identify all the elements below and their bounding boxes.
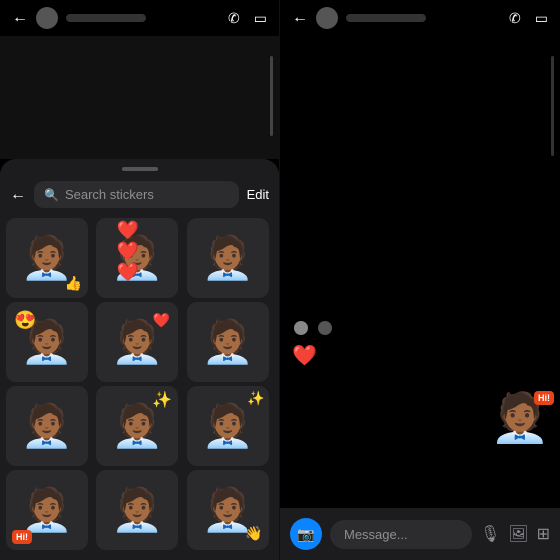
sticker-cell-7[interactable]: 🧑🏾‍💼 xyxy=(6,386,88,466)
sticker-cell-10[interactable]: 🧑🏾‍💼 Hi! xyxy=(6,470,88,550)
sticker-cell-6[interactable]: 🧑🏾‍💼 xyxy=(187,302,269,382)
chat-area-right: ❤️ 🧑🏾‍💼 Hi! xyxy=(280,36,560,508)
video-icon-left[interactable]: ▭ xyxy=(254,10,267,27)
sticker-cell-1[interactable]: 🧑🏾‍💼 👍 xyxy=(6,218,88,298)
sticker-cell-9[interactable]: 🧑🏾‍💼 ✨ xyxy=(187,386,269,466)
sticker-cell-12[interactable]: 🧑🏾‍💼 👋 xyxy=(187,470,269,550)
floating-hi-badge: Hi! xyxy=(534,391,554,405)
reaction-heart: ❤️ xyxy=(292,343,334,368)
hi-badge: Hi! xyxy=(12,530,32,544)
right-panel: ← ✆ ▭ ❤️ 🧑🏾‍💼 Hi! 📷 M xyxy=(280,0,560,560)
sticker-panel: ← 🔍 Search stickers Edit 🧑🏾‍💼 👍 🧑🏾‍💼 ❤️❤… xyxy=(0,159,279,560)
phone-icon-right[interactable]: ✆ xyxy=(509,10,521,27)
sticker-cell-2[interactable]: 🧑🏾‍💼 ❤️❤️❤️ xyxy=(96,218,178,298)
reaction-dot-2 xyxy=(316,319,334,337)
scroll-indicator-left xyxy=(270,56,273,136)
search-placeholder-text: Search stickers xyxy=(65,187,154,202)
right-top-bar: ← ✆ ▭ xyxy=(280,0,560,36)
back-icon-right[interactable]: ← xyxy=(292,9,308,27)
camera-button[interactable]: 📷 xyxy=(290,518,322,550)
sticker-grid: 🧑🏾‍💼 👍 🧑🏾‍💼 ❤️❤️❤️ 🧑🏾‍💼 🧑🏾‍💼 😍 🧑🏾‍💼 ❤️ xyxy=(0,218,279,556)
floating-sticker-area: 🧑🏾‍💼 Hi! xyxy=(490,389,550,446)
sticker-cell-11[interactable]: 🧑🏾‍💼 xyxy=(96,470,178,550)
sticker-cell-3[interactable]: 🧑🏾‍💼 xyxy=(187,218,269,298)
right-top-bar-left: ← xyxy=(292,7,426,29)
left-panel: ← ✆ ▭ ← 🔍 Search stickers Edit 🧑🏾‍💼 xyxy=(0,0,280,560)
phone-icon-left[interactable]: ✆ xyxy=(228,10,240,27)
mic-button[interactable]: 🎙 xyxy=(480,524,500,544)
back-icon-left[interactable]: ← xyxy=(12,9,28,27)
avatar-left xyxy=(36,7,58,29)
message-input[interactable]: Message... xyxy=(330,520,472,549)
message-bar: 📷 Message... 🎙 🖼 ⊞ xyxy=(280,508,560,560)
chat-area-left xyxy=(0,36,279,159)
sticker-back-button[interactable]: ← xyxy=(10,186,26,204)
reaction-area: ❤️ xyxy=(292,319,334,368)
avatar-right xyxy=(316,7,338,29)
left-top-bar: ← ✆ ▭ xyxy=(0,0,279,36)
sticker-cell-4[interactable]: 🧑🏾‍💼 😍 xyxy=(6,302,88,382)
photo-button[interactable]: 🖼 xyxy=(508,524,528,544)
left-top-bar-left: ← xyxy=(12,7,146,29)
video-icon-right[interactable]: ▭ xyxy=(535,10,548,27)
sticker-cell-5[interactable]: 🧑🏾‍💼 ❤️ xyxy=(96,302,178,382)
contact-name-right xyxy=(346,14,426,22)
search-icon: 🔍 xyxy=(44,188,59,202)
panel-handle xyxy=(122,167,158,171)
right-top-bar-right: ✆ ▭ xyxy=(509,10,548,27)
edit-button[interactable]: Edit xyxy=(247,187,269,202)
message-placeholder: Message... xyxy=(344,527,408,542)
sticker-cell-8[interactable]: 🧑🏾‍💼 ✨ xyxy=(96,386,178,466)
sticker-button[interactable]: ⊞ xyxy=(537,524,550,544)
reaction-dot-1 xyxy=(292,319,310,337)
left-top-bar-right: ✆ ▭ xyxy=(228,10,267,27)
scroll-indicator-right xyxy=(551,56,554,156)
sticker-search-row: ← 🔍 Search stickers Edit xyxy=(0,181,279,218)
camera-icon: 📷 xyxy=(297,526,314,543)
reaction-dots-row xyxy=(292,319,334,337)
contact-name-left xyxy=(66,14,146,22)
sticker-search-bar[interactable]: 🔍 Search stickers xyxy=(34,181,239,208)
